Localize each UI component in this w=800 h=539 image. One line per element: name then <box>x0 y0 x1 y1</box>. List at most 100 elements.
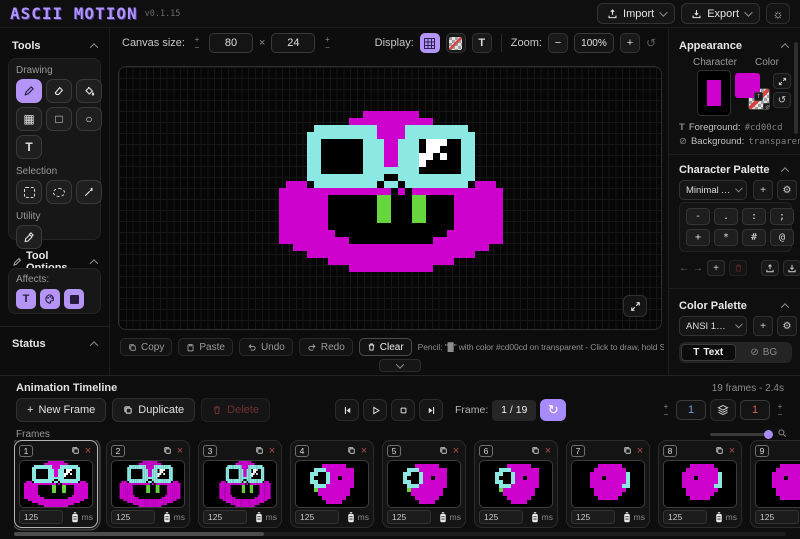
frame-card[interactable]: 6 × 125 ms <box>474 440 558 528</box>
scrollbar-thumb[interactable] <box>14 532 264 536</box>
delete-frame-icon[interactable]: × <box>451 446 461 456</box>
sidebar-scrollbar[interactable] <box>794 42 798 134</box>
swap-colors-button[interactable] <box>773 73 791 89</box>
delete-frame-icon[interactable]: × <box>543 446 553 456</box>
eyedropper-tool-button[interactable] <box>16 225 42 249</box>
frame-card[interactable]: 5 × 125 ms <box>382 440 466 528</box>
next-character-icon[interactable]: → <box>693 263 703 274</box>
timeline-collapse-handle[interactable] <box>379 359 421 372</box>
frame-duration-input[interactable]: 125 <box>295 510 339 524</box>
affects-color-toggle[interactable] <box>40 289 60 309</box>
onion-next-decrease[interactable]: − <box>774 410 786 418</box>
tools-section-header[interactable]: Tools <box>12 40 97 52</box>
canvas-height-input[interactable]: 24 <box>271 33 315 53</box>
frame-duration-input[interactable]: 125 <box>387 510 431 524</box>
frame-thumbnail[interactable] <box>571 460 645 508</box>
delete-frame-icon[interactable]: × <box>727 446 737 456</box>
frame-duration-input[interactable]: 125 <box>19 510 63 524</box>
frames-scrollbar[interactable] <box>14 532 786 536</box>
appearance-section-header[interactable]: Appearance <box>679 40 788 52</box>
text-display-toggle[interactable]: T <box>472 33 492 53</box>
loop-toggle-button[interactable]: ↻ <box>540 399 566 421</box>
frame-card[interactable]: 9 × 125 ms <box>750 440 800 528</box>
onion-prev-input[interactable]: 1 <box>676 400 706 420</box>
char-button[interactable]: * <box>714 229 738 246</box>
undo-button[interactable]: Undo <box>239 338 293 356</box>
duplicate-frame-icon[interactable] <box>347 446 356 455</box>
frame-size-slider[interactable] <box>710 433 770 436</box>
frame-thumbnail[interactable] <box>295 460 369 508</box>
height-decrease-button[interactable]: − <box>321 43 333 51</box>
reset-colors-button[interactable]: ↺ <box>773 92 791 108</box>
frame-thumbnail[interactable] <box>19 460 93 508</box>
height-increase-button[interactable]: + <box>321 35 333 43</box>
frame-thumbnail[interactable] <box>111 460 185 508</box>
char-button[interactable]: : <box>742 208 766 225</box>
fullscreen-canvas-button[interactable] <box>623 295 647 317</box>
frame-duration-input[interactable]: 125 <box>203 510 247 524</box>
frame-thumbnail[interactable] <box>755 460 800 508</box>
width-increase-button[interactable]: + <box>191 35 203 43</box>
paste-button[interactable]: Paste <box>178 338 233 356</box>
frame-duration-input[interactable]: 125 <box>111 510 155 524</box>
pencil-tool-button[interactable] <box>16 79 42 103</box>
add-character-palette-button[interactable]: + <box>753 180 773 200</box>
grid-display-toggle[interactable] <box>420 33 440 53</box>
onion-next-input[interactable]: 1 <box>740 400 770 420</box>
duplicate-frame-icon[interactable] <box>623 446 632 455</box>
canvas-width-input[interactable]: 80 <box>209 33 253 53</box>
delete-frame-icon[interactable]: × <box>267 446 277 456</box>
eraser-tool-button[interactable] <box>46 79 72 103</box>
frame-thumbnail[interactable] <box>663 460 737 508</box>
text-color-tab[interactable]: T Text <box>681 344 736 361</box>
onion-skin-toggle-button[interactable] <box>710 399 736 421</box>
zoom-in-button[interactable]: + <box>620 33 640 53</box>
rectangle-tool-button[interactable]: □ <box>46 107 72 131</box>
delete-frame-icon[interactable]: × <box>635 446 645 456</box>
fill-bucket-tool-button[interactable] <box>76 79 102 103</box>
onion-next-increase[interactable]: + <box>774 402 786 410</box>
frame-card[interactable]: 2 × 125 ms <box>106 440 190 528</box>
last-frame-button[interactable] <box>419 399 443 421</box>
slider-thumb[interactable] <box>764 430 773 439</box>
prev-character-icon[interactable]: ← <box>679 263 689 274</box>
foreground-color-swatch[interactable]: T <box>735 73 760 98</box>
copy-button[interactable]: Copy <box>120 338 172 356</box>
character-palette-section-header[interactable]: Character Palette <box>679 164 788 176</box>
char-button[interactable]: ; <box>770 208 794 225</box>
magic-wand-tool-button[interactable] <box>76 180 102 204</box>
frame-card[interactable]: 1 × 125 ms <box>14 440 98 528</box>
transparency-display-toggle[interactable] <box>446 33 466 53</box>
duplicate-frame-button[interactable]: Duplicate <box>112 398 195 422</box>
status-section-header[interactable]: Status <box>12 338 97 350</box>
frame-duration-input[interactable]: 125 <box>479 510 523 524</box>
duplicate-frame-icon[interactable] <box>71 446 80 455</box>
frame-card[interactable]: 8 × 125 ms <box>658 440 742 528</box>
onion-prev-increase[interactable]: + <box>660 402 672 410</box>
theme-toggle-button[interactable]: ☼ <box>766 3 790 24</box>
frame-card[interactable]: 4 × 125 ms <box>290 440 374 528</box>
frame-thumbnail[interactable] <box>479 460 553 508</box>
character-preview[interactable] <box>697 70 731 116</box>
frame-thumbnail[interactable] <box>203 460 277 508</box>
affects-character-toggle[interactable]: T <box>16 289 36 309</box>
import-button[interactable]: Import <box>597 3 675 24</box>
frame-duration-input[interactable]: 125 <box>755 510 799 524</box>
drawing-canvas[interactable] <box>118 66 662 330</box>
char-button[interactable]: - <box>686 208 710 225</box>
new-frame-button[interactable]: + New Frame <box>16 398 106 422</box>
char-button[interactable]: @ <box>770 229 794 246</box>
delete-character-button[interactable] <box>729 260 747 276</box>
stop-button[interactable] <box>391 399 415 421</box>
lasso-tool-button[interactable] <box>46 180 72 204</box>
export-button[interactable]: Export <box>681 3 760 24</box>
affects-background-toggle[interactable] <box>64 289 84 309</box>
delete-frame-icon[interactable]: × <box>359 446 369 456</box>
delete-frame-icon[interactable]: × <box>83 446 93 456</box>
delete-frame-button[interactable]: Delete <box>201 398 270 422</box>
frame-duration-input[interactable]: 125 <box>571 510 615 524</box>
zoom-out-button[interactable]: − <box>548 33 568 53</box>
duplicate-frame-icon[interactable] <box>255 446 264 455</box>
frame-card[interactable]: 3 × 125 ms <box>198 440 282 528</box>
bg-color-tab[interactable]: ⊘ BG <box>738 344 791 361</box>
